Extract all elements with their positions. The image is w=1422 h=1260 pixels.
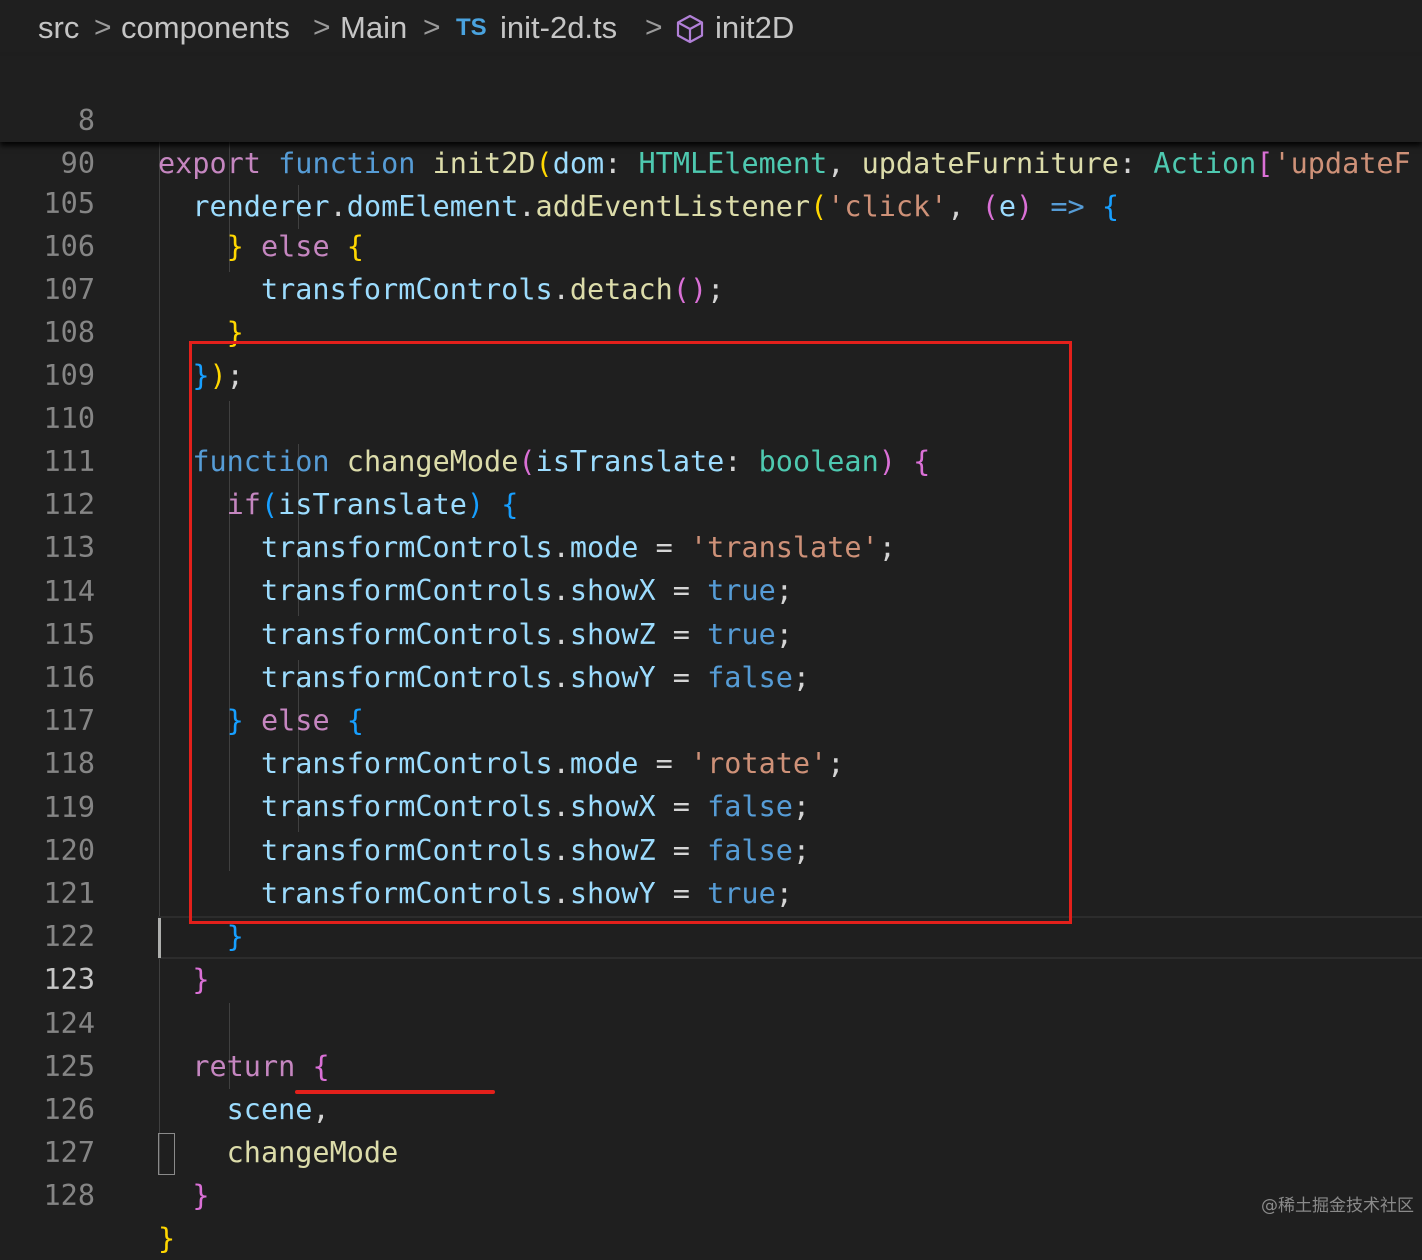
sticky-line-8[interactable]: 8 export function init2D(dom: HTMLElemen… <box>0 56 1422 180</box>
code-line-107[interactable]: 107 } <box>0 225 1422 349</box>
watermark: @稀土掘金技术社区 <box>1261 1196 1414 1216</box>
breadcrumb-item-main[interactable]: Main <box>340 10 407 46</box>
code-line-128[interactable]: 128 } <box>0 1131 1422 1255</box>
cube-symbol-icon <box>674 13 706 53</box>
line-number: 90 <box>60 147 95 180</box>
bracket-match-highlight <box>158 1133 175 1175</box>
breadcrumb-separator: > <box>423 11 441 44</box>
code-line-124[interactable]: 124 return { <box>0 959 1422 1083</box>
code-line-127[interactable]: 127 } <box>0 1088 1422 1212</box>
line-number: 128 <box>43 1179 95 1212</box>
breadcrumb-separator: > <box>94 11 112 44</box>
breadcrumb-separator: > <box>645 11 663 44</box>
code-line-126[interactable]: 126 changeMode <box>0 1045 1422 1169</box>
typescript-file-icon: TS <box>456 14 487 41</box>
code-content: } <box>158 1222 176 1255</box>
breadcrumb-separator: > <box>313 11 331 44</box>
breadcrumb-item-symbol[interactable]: init2D <box>715 10 794 46</box>
breadcrumb: src > components > Main > TS init-2d.ts … <box>0 0 1422 56</box>
code-content: renderer.domElement.addEventListener('cl… <box>192 190 1120 223</box>
code-line-108[interactable]: 108 }); <box>0 268 1422 392</box>
annotation-box <box>189 341 1072 924</box>
sticky-scroll-header[interactable]: 8 export function init2D(dom: HTMLElemen… <box>0 56 1422 223</box>
breadcrumb-item-src[interactable]: src <box>38 10 79 46</box>
code-line-125[interactable]: 125 scene, <box>0 1002 1422 1126</box>
annotation-underline <box>295 1090 495 1094</box>
sticky-line-90[interactable]: 90 renderer.domElement.addEventListener(… <box>0 99 1422 223</box>
code-content: export function init2D(dom: HTMLElement,… <box>158 147 1411 180</box>
breadcrumb-item-file[interactable]: init-2d.ts <box>500 10 617 46</box>
code-content: } <box>192 1179 210 1212</box>
breadcrumb-item-components[interactable]: components <box>121 10 290 46</box>
